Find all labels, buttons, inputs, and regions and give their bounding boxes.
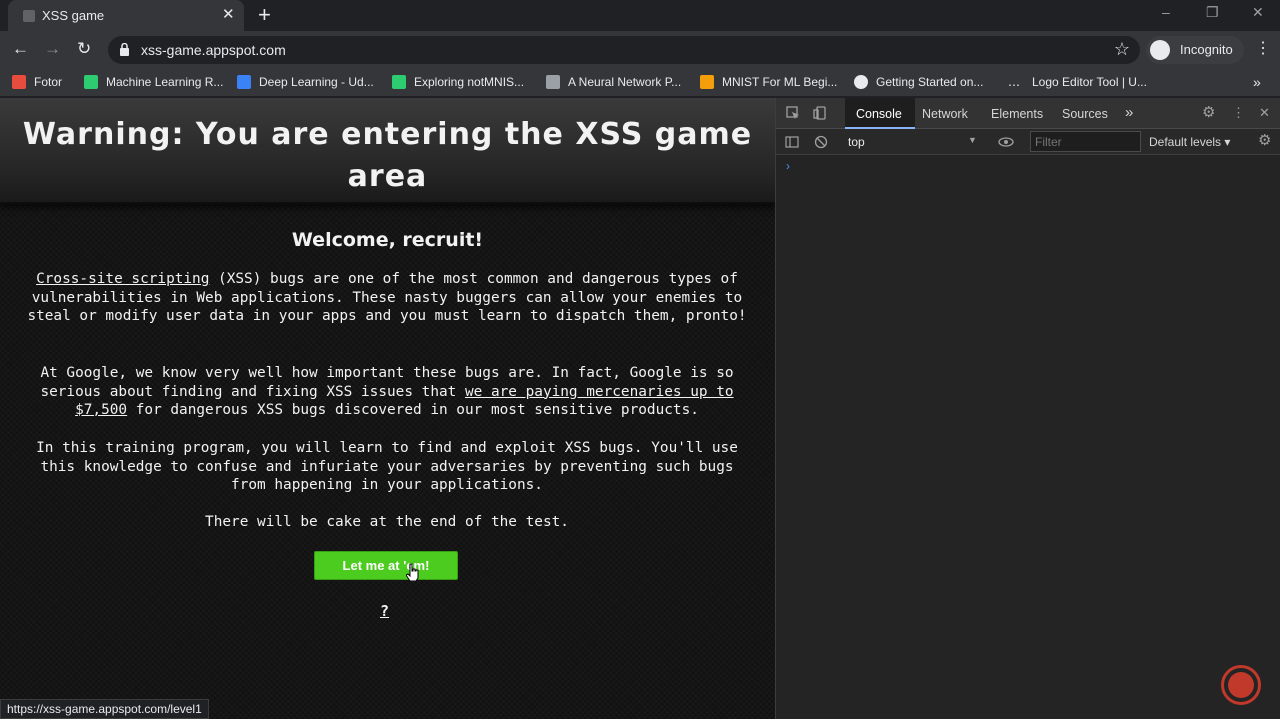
cake-paragraph: There will be cake at the end of the tes… (205, 514, 569, 530)
bookmark-favicon-icon (546, 75, 560, 89)
intro-paragraph: Cross-site scripting (XSS) bugs are one … (27, 271, 747, 325)
console-prompt[interactable]: › (786, 159, 790, 173)
bookmarks-overflow-icon[interactable]: » (1253, 74, 1261, 90)
page-viewport: Warning: You are entering the XSS game a… (0, 98, 775, 719)
device-toolbar-icon[interactable] (813, 106, 827, 120)
bookmarks-bar: Fotor Machine Learning R... Deep Learnin… (0, 69, 1280, 97)
status-bar-url: https://xss-game.appspot.com/level1 (0, 699, 209, 719)
incognito-label: Incognito (1180, 42, 1233, 57)
console-filter-input[interactable] (1030, 131, 1141, 152)
hand-cursor-icon (406, 563, 419, 581)
bookmark-item[interactable]: A Neural Network P... (546, 75, 681, 89)
warning-banner: Warning: You are entering the XSS game a… (0, 98, 775, 204)
tab-console[interactable]: Console (856, 107, 902, 121)
tab-title: XSS game (42, 8, 105, 23)
inspect-element-icon[interactable] (786, 106, 800, 120)
bookmark-item[interactable]: ⋯ Logo Editor Tool | U... (1008, 75, 1147, 92)
bookmark-favicon-icon (12, 75, 26, 89)
bookmark-item[interactable]: MNIST For ML Begi... (700, 75, 837, 89)
tab-sources[interactable]: Sources (1062, 107, 1108, 121)
forward-icon[interactable]: → (44, 39, 61, 59)
console-toolbar: top ▼ Default levels ▾ ⚙ (776, 129, 1280, 155)
bookmark-item[interactable]: Machine Learning R... (84, 75, 223, 89)
minimize-icon[interactable]: – (1162, 4, 1170, 20)
start-game-button[interactable]: Let me at 'em! (314, 551, 458, 580)
bookmark-item[interactable]: Fotor (12, 75, 62, 89)
bookmark-item[interactable]: Deep Learning - Ud... (237, 75, 374, 89)
page-title: Warning: You are entering the XSS game a… (22, 117, 753, 194)
help-link[interactable]: ? (380, 602, 389, 620)
tab-close-icon[interactable]: ✕ (222, 6, 235, 24)
clear-console-icon[interactable] (814, 135, 828, 149)
back-icon[interactable]: ← (12, 39, 29, 59)
bookmark-favicon-icon (237, 75, 251, 89)
devtools-tab-bar: Console Network Elements Sources » ⚙ ⋮ ✕ (776, 98, 1280, 129)
bookmark-favicon-icon: ⋯ (1008, 78, 1020, 92)
context-selector[interactable]: top (848, 135, 865, 149)
bookmark-favicon-icon (854, 75, 868, 89)
training-paragraph: In this training program, you will learn… (36, 440, 738, 494)
log-levels-dropdown[interactable]: Default levels ▾ (1149, 135, 1230, 149)
incognito-profile-button[interactable]: Incognito (1146, 36, 1244, 64)
restore-icon[interactable]: ❐ (1206, 4, 1219, 21)
welcome-heading: Welcome, recruit! (291, 229, 484, 251)
bookmark-favicon-icon (392, 75, 406, 89)
reload-icon[interactable]: ↻ (77, 39, 91, 59)
more-tabs-icon[interactable]: » (1125, 104, 1133, 121)
page-favicon-icon (23, 10, 35, 22)
eye-icon[interactable] (998, 135, 1014, 149)
tab-elements[interactable]: Elements (991, 107, 1043, 121)
new-tab-button[interactable]: + (258, 3, 271, 27)
close-devtools-icon[interactable]: ✕ (1259, 106, 1273, 120)
reward-paragraph: At Google, we know very well how importa… (40, 365, 734, 419)
sidebar-toggle-icon[interactable] (785, 135, 799, 149)
record-indicator-icon[interactable] (1221, 665, 1261, 705)
devtools-menu-icon[interactable]: ⋮ (1232, 106, 1246, 120)
tab-network[interactable]: Network (922, 107, 968, 121)
xss-wiki-link[interactable]: Cross-site scripting (36, 271, 209, 287)
url-text: xss-game.appspot.com (141, 42, 286, 58)
context-dropdown-icon[interactable]: ▼ (968, 135, 977, 145)
incognito-icon (1150, 40, 1170, 60)
browser-toolbar: ← → ↻ xss-game.appspot.com ☆ Incognito ⋮ (0, 31, 1280, 69)
bookmark-favicon-icon (700, 75, 714, 89)
record-dot (1228, 672, 1254, 698)
address-bar[interactable]: xss-game.appspot.com ☆ (108, 36, 1140, 64)
window-close-icon[interactable]: ✕ (1252, 4, 1264, 21)
console-settings-icon[interactable]: ⚙ (1258, 133, 1272, 148)
lock-icon (120, 43, 129, 56)
tab-strip: XSS game ✕ + – ❐ ✕ (0, 0, 1280, 31)
bookmark-favicon-icon (84, 75, 98, 89)
bookmark-star-icon[interactable]: ☆ (1114, 39, 1130, 60)
browser-tab[interactable]: XSS game ✕ (8, 0, 244, 31)
devtools-panel: Console Network Elements Sources » ⚙ ⋮ ✕… (775, 98, 1280, 719)
settings-gear-icon[interactable]: ⚙ (1202, 105, 1216, 120)
browser-menu-icon[interactable]: ⋮ (1255, 39, 1271, 59)
bookmark-item[interactable]: Exploring notMNIS... (392, 75, 524, 89)
bookmark-item[interactable]: Getting Started on... (854, 75, 983, 89)
